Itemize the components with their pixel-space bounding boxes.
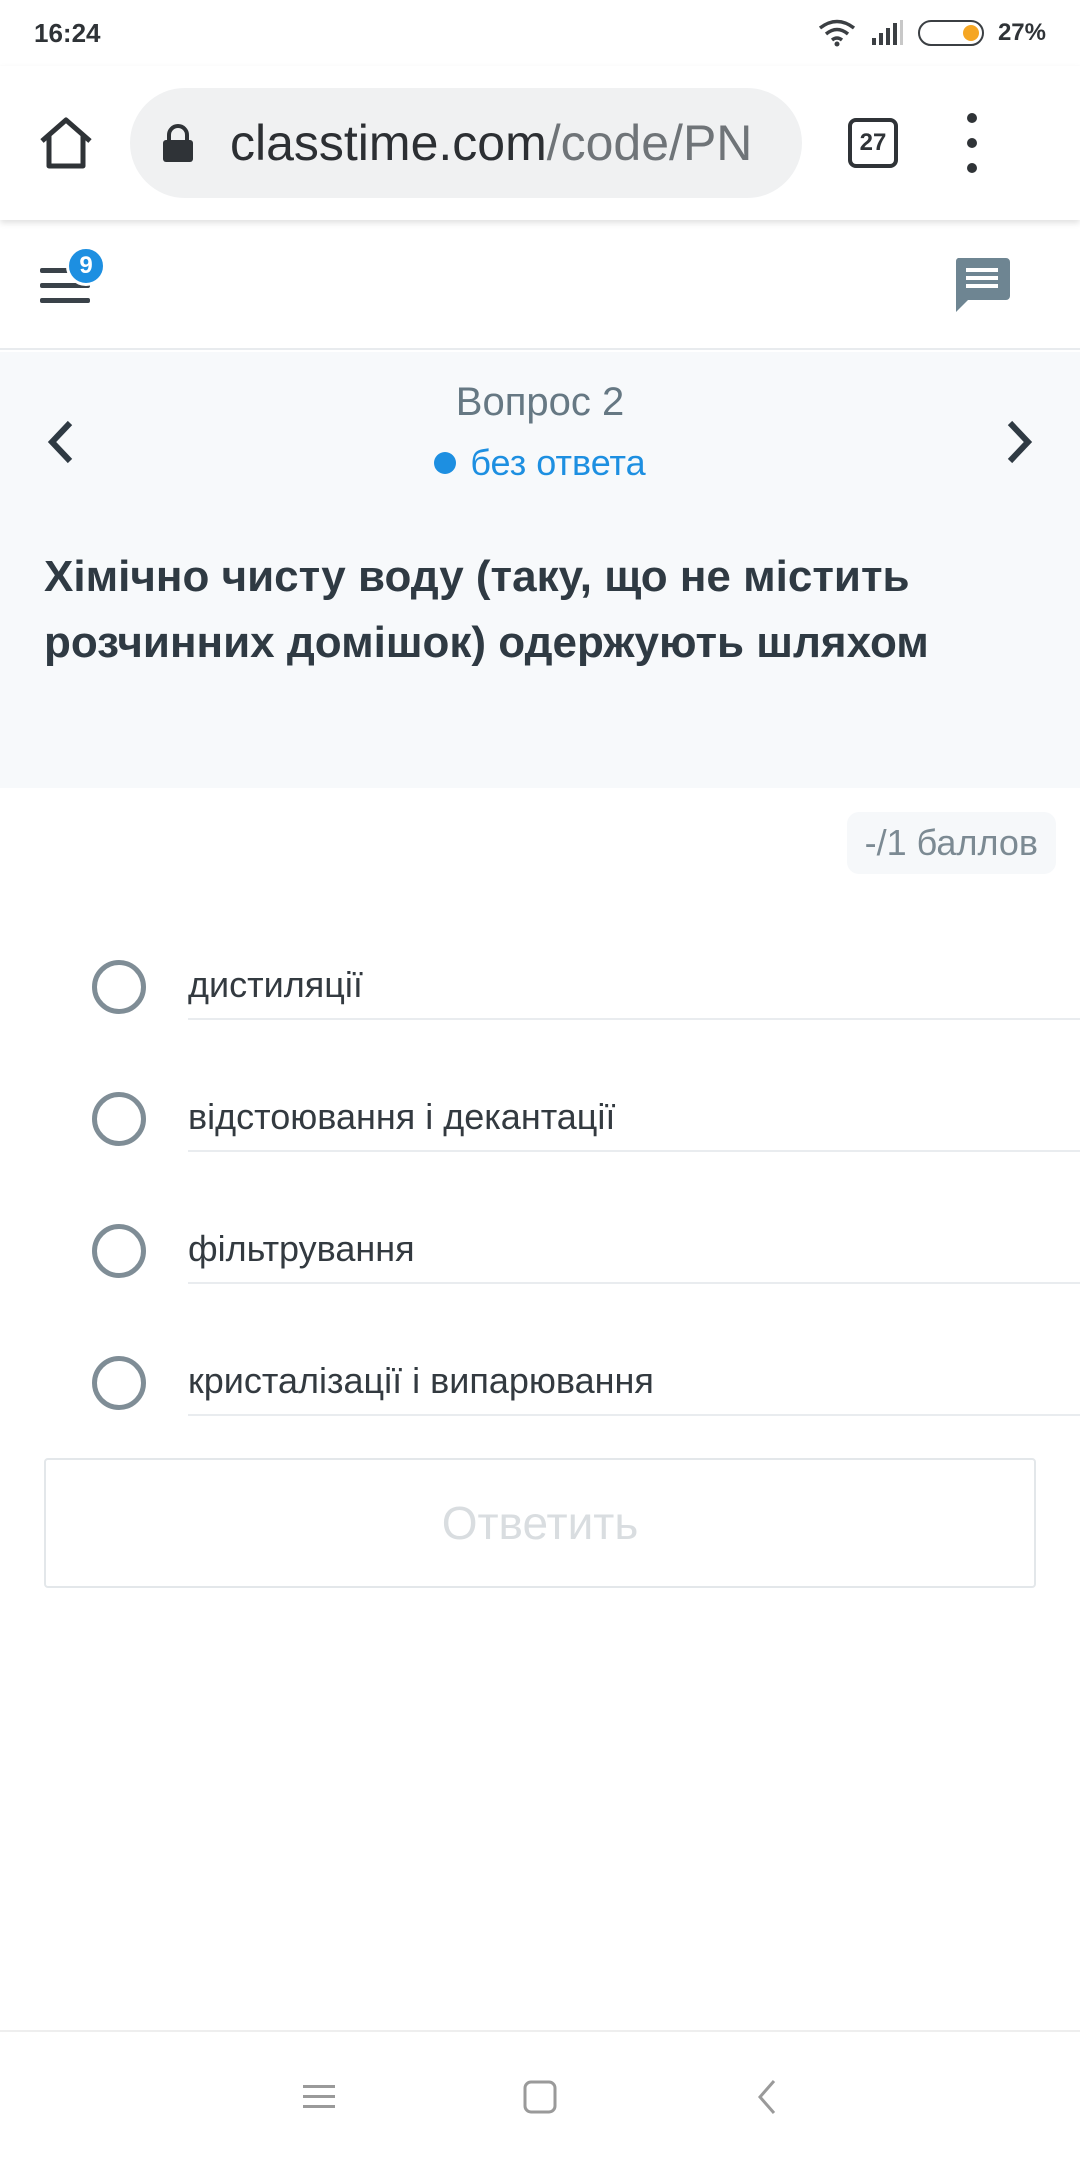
back-chevron-icon xyxy=(758,2080,776,2114)
option-label: кристалізації і випарювання xyxy=(188,1360,654,1401)
option-label: відстоювання і декантації xyxy=(188,1096,616,1137)
tab-switcher-button[interactable]: 27 xyxy=(848,118,898,168)
chat-button[interactable] xyxy=(952,256,1012,314)
divider xyxy=(188,1150,1080,1152)
tab-count: 27 xyxy=(859,129,887,156)
status-bar: 16:24 27% xyxy=(0,0,1080,66)
radio-button[interactable] xyxy=(92,1092,146,1146)
option-label: фільтрування xyxy=(188,1228,415,1269)
radio-button[interactable] xyxy=(92,960,146,1014)
browser-toolbar: classtime.com/code/PN 27 xyxy=(0,66,1080,220)
answer-option[interactable]: відстоювання і декантації xyxy=(0,1054,1080,1186)
divider xyxy=(188,1414,1080,1416)
browser-menu-button[interactable] xyxy=(962,113,982,173)
answer-options: дистиляції відстоювання і декантації філ… xyxy=(0,922,1080,1450)
wifi-icon xyxy=(818,19,856,47)
status-icons: 27% xyxy=(818,19,1046,47)
chevron-right-icon xyxy=(1007,420,1033,464)
menu-icon xyxy=(303,2085,335,2108)
answer-option[interactable]: дистиляції xyxy=(0,922,1080,1054)
more-vert-icon xyxy=(967,113,977,123)
divider xyxy=(188,1018,1080,1020)
points-badge: -/1 баллов xyxy=(846,812,1056,874)
answer-status-label: без ответа xyxy=(470,442,646,483)
chat-icon xyxy=(955,258,1010,312)
home-button[interactable] xyxy=(24,101,108,185)
system-home-button[interactable] xyxy=(515,2072,565,2122)
recent-apps-button[interactable] xyxy=(294,2072,344,2122)
answer-status: без ответа xyxy=(0,442,1080,484)
system-back-button[interactable] xyxy=(742,2072,792,2122)
divider xyxy=(188,1282,1080,1284)
battery-icon xyxy=(917,20,984,46)
signal-icon xyxy=(871,20,903,45)
radio-button[interactable] xyxy=(92,1224,146,1278)
status-dot-icon xyxy=(434,452,457,474)
submit-answer-button[interactable]: Ответить xyxy=(44,1458,1036,1588)
option-label: дистиляції xyxy=(188,964,363,1005)
url-text: classtime.com/code/PN xyxy=(230,114,752,172)
next-question-button[interactable] xyxy=(994,410,1044,474)
square-icon xyxy=(523,2080,557,2114)
battery-percent: 27% xyxy=(997,19,1046,46)
question-number: Вопрос 2 xyxy=(455,380,625,424)
url-path: /code/PN xyxy=(546,115,753,171)
question-text: Хімічно чисту воду (таку, що не містить … xyxy=(44,552,929,667)
answer-option[interactable]: кристалізації і випарювання xyxy=(0,1318,1080,1450)
question-panel: Вопрос 2 без ответа Хімічно чисту воду (… xyxy=(0,352,1080,788)
address-bar[interactable]: classtime.com/code/PN xyxy=(130,88,802,198)
battery-level xyxy=(962,25,979,41)
app-header: 9 xyxy=(0,220,1080,350)
radio-button[interactable] xyxy=(92,1356,146,1410)
home-icon xyxy=(40,117,92,169)
answer-option[interactable]: фільтрування xyxy=(0,1186,1080,1318)
lock-icon xyxy=(163,124,193,162)
system-navigation-bar xyxy=(0,2030,1080,2160)
url-domain: classtime.com xyxy=(230,115,547,171)
notification-badge: 9 xyxy=(66,246,106,286)
status-time: 16:24 xyxy=(34,17,101,48)
